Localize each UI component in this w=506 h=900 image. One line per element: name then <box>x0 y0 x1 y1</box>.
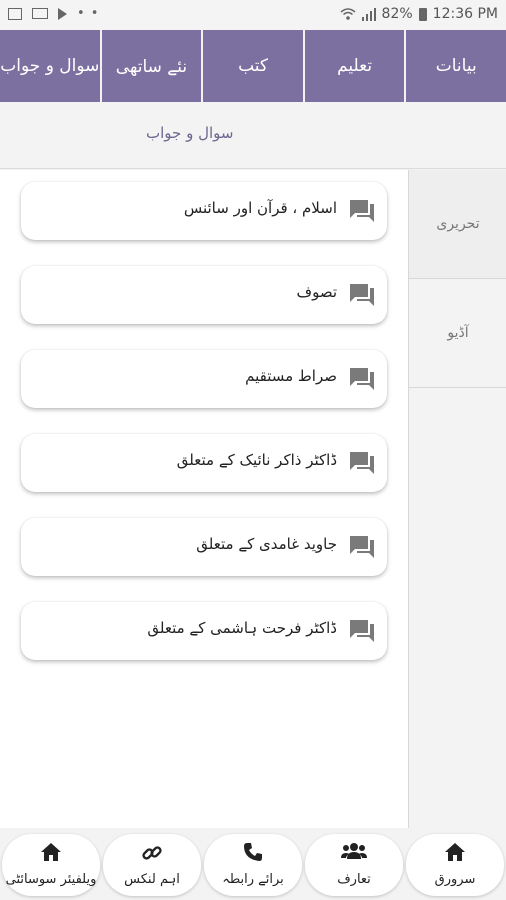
people-icon <box>341 843 367 859</box>
tab-kutub[interactable]: کتب <box>201 30 303 102</box>
page-title: سوال و جواب <box>146 124 234 142</box>
list-item-label: تصوف <box>296 283 337 301</box>
nav-welfare-button[interactable]: ویلفیئر سوسائٹی <box>2 834 100 896</box>
chat-icon <box>350 368 374 390</box>
top-tab-bar: بیانات تعلیم کتب نئے ساتھی سوال و جواب <box>0 30 506 102</box>
chat-icon <box>350 284 374 306</box>
wifi-icon <box>340 8 356 20</box>
battery-icon <box>418 7 427 21</box>
list-item[interactable]: ڈاکٹر فرحت ہاشمی کے متعلق <box>21 602 387 660</box>
tab-sawal-jawab[interactable]: سوال و جواب <box>0 30 100 102</box>
list-item[interactable]: اسلام ، قرآن اور سائنس <box>21 182 387 240</box>
tab-bayanat[interactable]: بیانات <box>404 30 506 102</box>
status-bar: • • 82% 12:36 PM <box>0 0 506 30</box>
nav-home-button[interactable]: سرورق <box>406 834 504 896</box>
list-item-label: جاوید غامدی کے متعلق <box>196 535 337 553</box>
list-item-label: اسلام ، قرآن اور سائنس <box>183 199 337 217</box>
side-tab-audio[interactable]: آڈیو <box>409 279 506 388</box>
signal-icon <box>361 8 376 21</box>
nav-label: تعارف <box>337 872 371 887</box>
section-header: سوال و جواب <box>0 102 506 169</box>
battery-percent: 82% <box>381 6 413 22</box>
clock: 12:36 PM <box>432 6 498 22</box>
list-item[interactable]: صراط مستقیم <box>21 350 387 408</box>
phone-icon <box>244 843 262 861</box>
link-icon <box>142 846 162 860</box>
side-panel: تحریری آڈیو <box>408 170 506 828</box>
side-tab-written[interactable]: تحریری <box>409 170 506 279</box>
monitor-icon <box>32 8 48 19</box>
bottom-nav: سرورق تعارف برائے رابطہ اہم لنکس ویلفیئر… <box>0 828 506 900</box>
more-dots-icon: • • <box>77 6 100 21</box>
tab-taleem[interactable]: تعلیم <box>302 30 405 102</box>
nav-intro-button[interactable]: تعارف <box>305 834 403 896</box>
list-item-label: ڈاکٹر ذاکر نائیک کے متعلق <box>176 451 337 469</box>
list-item-label: صراط مستقیم <box>245 367 337 385</box>
play-icon <box>58 7 67 20</box>
list-item-label: ڈاکٹر فرحت ہاشمی کے متعلق <box>147 619 337 637</box>
list-item[interactable]: تصوف <box>21 266 387 324</box>
home-icon <box>41 843 61 861</box>
chat-icon <box>350 200 374 222</box>
chat-icon <box>350 452 374 474</box>
nav-label: ویلفیئر سوسائٹی <box>5 872 97 887</box>
nav-label: سرورق <box>434 872 476 887</box>
home-icon <box>445 843 465 861</box>
nav-links-button[interactable]: اہم لنکس <box>103 834 201 896</box>
tab-naye-sathi[interactable]: نئے ساتھی <box>99 30 202 102</box>
list-item[interactable]: ڈاکٹر ذاکر نائیک کے متعلق <box>21 434 387 492</box>
chat-icon <box>350 536 374 558</box>
chat-icon <box>350 620 374 642</box>
nav-contact-button[interactable]: برائے رابطہ <box>204 834 302 896</box>
topic-list: اسلام ، قرآن اور سائنس تصوف صراط مستقیم … <box>0 170 408 828</box>
gallery-icon <box>8 7 22 20</box>
list-item[interactable]: جاوید غامدی کے متعلق <box>21 518 387 576</box>
nav-label: برائے رابطہ <box>222 872 284 887</box>
nav-label: اہم لنکس <box>124 872 180 887</box>
